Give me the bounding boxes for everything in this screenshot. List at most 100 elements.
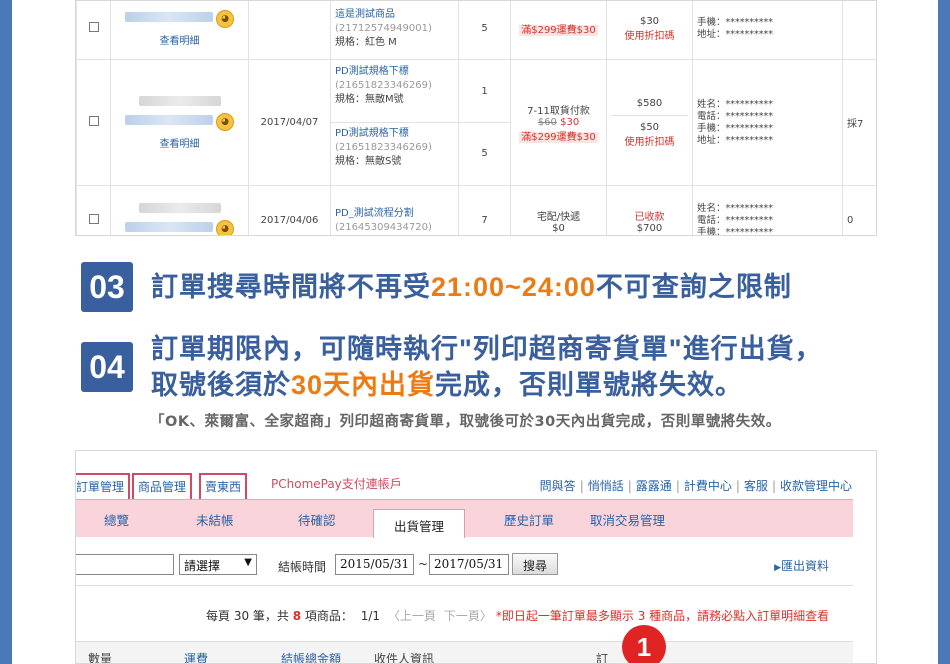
detail-link[interactable]: 查看明細 (115, 135, 244, 150)
step-text: 訂單期限內，可隨時執行"列印超商寄貨單"進行出貨， 取號後須於30天內出貨完成，… (151, 331, 823, 403)
link-faq[interactable]: 問與答 (540, 479, 576, 493)
status-select[interactable]: 請選擇 ▼ (179, 554, 257, 575)
order-table: ◕ 查看明細 這是測試商品 (21712574949001) 規格：紅色 M 5… (76, 1, 876, 236)
link-billing[interactable]: 計費中心 (684, 479, 732, 493)
info-line: 姓名：********** (697, 202, 774, 214)
link-payment-center[interactable]: 收款管理中心 (780, 479, 852, 493)
top-tab-sell[interactable]: 賣東西 (199, 473, 248, 499)
tab-unsettled[interactable]: 未結帳 (196, 510, 234, 529)
product-qty: 5 (481, 147, 488, 159)
product-name[interactable]: PD測試規格下標 (335, 127, 454, 140)
product-code: (21645309434720) (335, 222, 432, 233)
discount-label: 使用折扣碼 (624, 136, 675, 148)
discount-label: 使用折扣碼 (624, 30, 675, 42)
top-tab-products[interactable]: 商品管理 (132, 473, 193, 499)
info-line: 地址：********** (697, 28, 774, 40)
info-line: 地址：********** (697, 134, 774, 146)
info-line: 手機：********** (697, 226, 774, 236)
top-links: 問與答 | 悄悄話 | 露露通 | 計費中心 | 客服 | 收款管理中心 (539, 479, 852, 493)
buyer-name-blurred (124, 12, 213, 22)
keyword-input[interactable] (76, 554, 174, 575)
product-name[interactable]: 這是測試商品 (335, 8, 454, 21)
date-separator: ~ (418, 557, 429, 571)
amount: $580 (636, 97, 663, 109)
tab-cancelled[interactable]: 取消交易管理 (590, 510, 665, 529)
product-name[interactable]: PD_測試流程分割 (335, 207, 454, 220)
header-shipping[interactable]: 運費 (184, 650, 208, 663)
table-row[interactable]: ◕ 查看明細 這是測試商品 (21712574949001) 規格：紅色 M 5… (76, 1, 876, 60)
page-indicator: 1/1 (360, 609, 381, 623)
admin-screenshot: 訂單管理 商品管理 賣東西 PChomePay支付連帳戶 問與答 | 悄悄話 | 露露通… (75, 450, 877, 664)
amount: $30 (639, 15, 660, 27)
top-nav: 訂單管理 商品管理 賣東西 PChomePay支付連帳戶 問與答 | 悄悄話 | 露露通… (76, 473, 876, 499)
export-link[interactable]: ▶匯出資料 (774, 557, 829, 574)
export-label: 匯出資料 (780, 559, 829, 573)
shipping-note: 滿$299運費$30 (519, 132, 598, 143)
date-to-input[interactable]: 2017/05/31 (429, 554, 509, 575)
pagination: 每頁 30 筆，共 8 項商品： 1/1 〈上一頁 下一頁〉 *即日起一筆訂單最多顯… (206, 607, 829, 624)
payment-status: 已收款 (634, 211, 665, 223)
page-frame: ◕ 查看明細 這是測試商品 (21712574949001) 規格：紅色 M 5… (12, 0, 938, 664)
link-messages[interactable]: 悄悄話 (588, 479, 624, 493)
tab-history[interactable]: 歷史訂單 (504, 510, 554, 529)
chat-icon[interactable]: ◕ (216, 10, 235, 28)
triangle-right-icon: ▶ (774, 563, 781, 573)
date-label: 結帳時間 (278, 560, 327, 574)
header-total[interactable]: 結帳總金額 (281, 650, 341, 663)
product-qty: 7 (458, 185, 511, 235)
step-text-line: 訂單期限內，可隨時執行"列印超商寄貨單"進行出貨， (151, 334, 823, 364)
buyer-name-blurred (124, 114, 213, 125)
row-checkbox[interactable] (88, 22, 99, 32)
row-extra: 採7 (842, 59, 876, 186)
tab-shipping[interactable]: 出貨管理 (373, 509, 466, 538)
brand-link[interactable]: PChomePay支付連帳戶 (271, 475, 402, 492)
order-date (248, 1, 331, 60)
step-number: 03 (81, 262, 133, 312)
shipping-old-price: $60 (537, 117, 557, 128)
shipping-new-price: $30 (560, 117, 580, 128)
product-code: (21651823346269) (335, 141, 432, 153)
shipping-method: 宅配/快遞 (536, 211, 581, 223)
chat-icon[interactable]: ◕ (216, 220, 235, 235)
row-checkbox[interactable] (88, 214, 99, 224)
prev-page-link[interactable]: 〈上一頁 (388, 609, 436, 623)
table-row[interactable]: ◕ 查看明細 2017/04/07 PD測試規格下標 (216518233462… (76, 59, 876, 186)
chat-icon[interactable]: ◕ (216, 112, 235, 131)
info-line: 手機：********** (697, 16, 774, 28)
shipping-method: 7-11取貨付款 (527, 106, 590, 117)
date-from-input[interactable]: 2015/05/31 (335, 554, 414, 575)
product-name[interactable]: PD測試規格下標 (335, 65, 454, 78)
row-checkbox[interactable] (88, 116, 99, 126)
chevron-down-icon: ▼ (244, 557, 252, 568)
row-extra: 0 (842, 185, 876, 235)
link-lulutong[interactable]: 露露通 (636, 479, 672, 493)
order-date: 2017/04/06 (248, 185, 331, 235)
amount: $50 (639, 121, 660, 133)
table-row[interactable]: ◕ 2017/04/06 PD_測試流程分割 (21645309434720) … (76, 185, 876, 236)
product-spec: 規格：無敵M號 (335, 93, 404, 105)
pager-warning: *即日起一筆訂單最多顯示 3 種商品，請務必點入訂單明細查看 (495, 609, 830, 623)
product-spec: 規格：無敵S號 (335, 155, 402, 167)
step-highlight: 30天內出貨 (291, 370, 436, 400)
pager-prefix: 每頁 30 筆，共 (206, 609, 293, 623)
tab-overview[interactable]: 總覽 (104, 510, 129, 529)
status-select-value: 請選擇 (184, 559, 221, 573)
header-order: 訂 (596, 652, 609, 664)
table-header: 數量 運費 結帳總金額 收件人資訊 訂 (76, 641, 853, 664)
detail-link[interactable]: 查看明細 (115, 32, 244, 47)
amount: $700 (636, 222, 663, 234)
buyer-id-blurred (138, 95, 221, 106)
tab-pending[interactable]: 待確認 (298, 510, 336, 529)
top-tab-orders[interactable]: 訂單管理 (76, 473, 131, 499)
callout-badge: 1 (622, 625, 666, 663)
link-support[interactable]: 客服 (744, 479, 768, 493)
product-qty: 1 (459, 61, 510, 123)
product-code: (21651823346269) (335, 79, 432, 91)
step-text-part: 不可查詢之限制 (595, 272, 792, 302)
next-page-link[interactable]: 下一頁〉 (444, 609, 492, 623)
step-highlight: 21:00~24:00 (431, 272, 596, 302)
step-text: 訂單搜尋時間將不再受21:00~24:00不可查詢之限制 (151, 269, 792, 305)
search-button[interactable]: 搜尋 (512, 553, 559, 575)
pager-suffix: 項商品： (301, 609, 353, 623)
info-line: 手機：********** (697, 122, 774, 134)
